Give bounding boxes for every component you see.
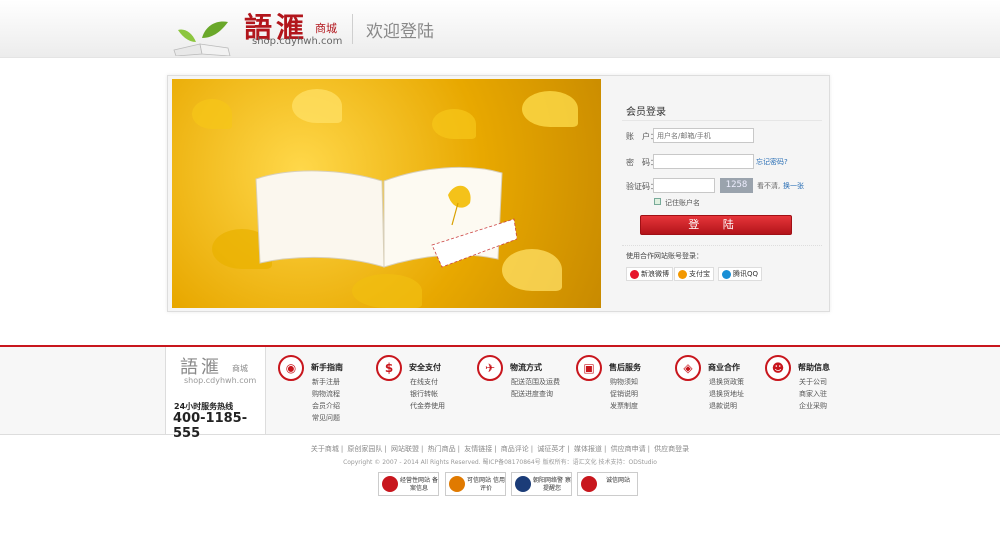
footer-link[interactable]: 退款说明 — [709, 400, 744, 412]
bottom-link[interactable]: 诚征英才 — [537, 445, 565, 453]
footer-link[interactable]: 常见问题 — [312, 412, 340, 424]
captcha-refresh-link[interactable]: 换一张 — [783, 181, 804, 191]
footer-link[interactable]: 购物流程 — [312, 388, 340, 400]
bottom-link[interactable]: 友情链接 — [464, 445, 492, 453]
partner-label: 支付宝 — [689, 270, 710, 278]
logo-mall-label: 商城 — [315, 22, 337, 35]
login-panel: 会员登录 账 户： 密 码： 忘记密码? 验证码： 1258 看不清, 换一张 … — [167, 75, 830, 312]
integrity-site-icon — [581, 476, 597, 492]
alipay-login-button[interactable]: 支付宝 — [674, 267, 714, 281]
footer-link[interactable]: 在线支付 — [410, 376, 445, 388]
bottom-link[interactable]: 原创家园队 — [347, 445, 382, 453]
forgot-password-link[interactable]: 忘记密码? — [756, 157, 788, 167]
dollar-icon: $ — [376, 355, 402, 381]
book-logo-icon — [173, 21, 231, 56]
badge-label: 经营性网站 备案信息 — [400, 477, 438, 492]
footer-nav: 語滙 商城 shop.cdyhwh.com 24小时服务热线 400-1185-… — [0, 347, 1000, 441]
footer-link[interactable]: 退换货政策 — [709, 376, 744, 388]
hotline-number: 400-1185-555 — [173, 411, 248, 441]
toolbox-icon: ▣ — [576, 355, 602, 381]
footer-link[interactable]: 银行转帐 — [410, 388, 445, 400]
footer-link[interactable]: 企业采购 — [799, 400, 827, 412]
logo-url: shop.cdyhwh.com — [252, 36, 343, 47]
footer-column-title: 商业合作 — [708, 363, 740, 372]
captcha-input[interactable] — [653, 178, 715, 193]
copyright: Copyright © 2007 - 2014 All Rights Reser… — [343, 459, 657, 466]
partner-login-title: 使用合作网站账号登录： — [626, 252, 703, 260]
qq-icon — [722, 270, 731, 279]
trust-badge[interactable]: 诚信网站 — [577, 472, 638, 496]
footer-link[interactable]: 配送范围及运费 — [511, 376, 560, 388]
header: 語滙 商城 shop.cdyhwh.com 欢迎登陆 — [0, 0, 1000, 58]
weibo-icon — [630, 270, 639, 279]
login-form: 会员登录 账 户： 密 码： 忘记密码? 验证码： 1258 看不清, 换一张 … — [608, 79, 826, 308]
password-input[interactable] — [653, 154, 754, 169]
footer-column-title: 安全支付 — [409, 363, 441, 372]
banner-image — [172, 79, 601, 308]
weibo-login-button[interactable]: 新浪微博 — [626, 267, 673, 281]
open-book-illustration — [255, 167, 517, 268]
footer-link[interactable]: 关于公司 — [799, 376, 827, 388]
badge-label: 可信网站 信用评价 — [467, 477, 505, 492]
location-icon: ◉ — [278, 355, 304, 381]
remember-checkbox[interactable] — [654, 198, 661, 205]
tag-icon: ◈ — [675, 355, 701, 381]
footer-link[interactable]: 促销说明 — [610, 388, 638, 400]
footer-column-title: 帮助信息 — [798, 363, 830, 372]
divider — [622, 120, 822, 121]
footer-column-title: 物流方式 — [510, 363, 542, 372]
captcha-hint: 看不清, — [757, 182, 781, 190]
footer-link[interactable]: 商家入驻 — [799, 388, 827, 400]
footer-link[interactable]: 配送进度查询 — [511, 388, 560, 400]
bottom-link[interactable]: 供应商申请 — [611, 445, 646, 453]
remember-label: 记住账户名 — [665, 199, 700, 207]
account-input[interactable] — [653, 128, 754, 143]
bottom-link[interactable]: 网站联盟 — [391, 445, 419, 453]
bottom-link[interactable]: 热门商品 — [428, 445, 456, 453]
police-officer-icon — [515, 476, 531, 492]
trust-badge[interactable]: 经营性网站 备案信息 — [378, 472, 439, 496]
badge-label: 朝阳网络警 察提醒您 — [533, 477, 571, 492]
login-title: 会员登录 — [626, 107, 666, 118]
bottom-link[interactable]: 媒体报道 — [574, 445, 602, 453]
user-icon: ☻ — [765, 355, 791, 381]
footer-column-title: 新手指南 — [311, 363, 343, 372]
divider — [622, 245, 822, 246]
footer-column-title: 售后服务 — [609, 363, 641, 372]
trust-badge[interactable]: 可信网站 信用评价 — [445, 472, 506, 496]
footer-link[interactable]: 退换货地址 — [709, 388, 744, 400]
police-badge-icon — [382, 476, 398, 492]
footer-logo-mall: 商城 — [232, 364, 248, 373]
footer-logo-url: shop.cdyhwh.com — [184, 376, 257, 385]
login-button[interactable]: 登 陆 — [640, 215, 792, 235]
bottom-link[interactable]: 关于商城 — [311, 445, 339, 453]
captcha-image[interactable]: 1258 — [720, 178, 753, 193]
footer-link[interactable]: 新手注册 — [312, 376, 340, 388]
alipay-icon — [678, 270, 687, 279]
badge-label: 诚信网站 — [605, 477, 630, 484]
partner-label: 腾讯QQ — [733, 270, 759, 278]
bottom-link[interactable]: 商品评论 — [501, 445, 529, 453]
bottom-links: 关于商城 | 原创家园队 | 网站联盟 | 热门商品 | 友情链接 | 商品评论 | 诚征英… — [310, 445, 690, 453]
credible-site-icon — [449, 476, 465, 492]
footer-link[interactable]: 代金券使用 — [410, 400, 445, 412]
page-title: 欢迎登陆 — [366, 22, 434, 42]
footer-link[interactable]: 发票制度 — [610, 400, 638, 412]
partner-label: 新浪微博 — [641, 270, 669, 278]
trust-badges: 经营性网站 备案信息 可信网站 信用评价 朝阳网络警 察提醒您 诚信网站 — [378, 472, 640, 497]
footer-link[interactable]: 会员介绍 — [312, 400, 340, 412]
qq-login-button[interactable]: 腾讯QQ — [718, 267, 763, 281]
footer-link[interactable]: 购物须知 — [610, 376, 638, 388]
header-divider — [352, 14, 353, 44]
plane-icon: ✈ — [477, 355, 503, 381]
bottom-link[interactable]: 供应商登录 — [654, 445, 689, 453]
footer-logo: 語滙 商城 shop.cdyhwh.com 24小时服务热线 400-1185-… — [165, 347, 266, 441]
trust-badge[interactable]: 朝阳网络警 察提醒您 — [511, 472, 572, 496]
